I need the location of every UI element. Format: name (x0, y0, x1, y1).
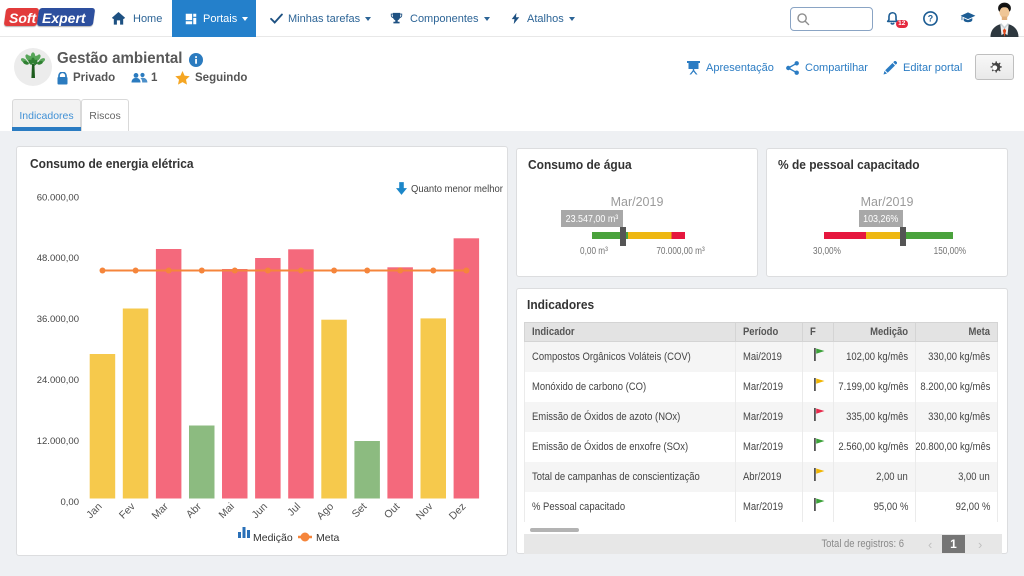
svg-text:Jul: Jul (285, 501, 303, 519)
svg-text:Meta: Meta (316, 532, 340, 544)
svg-text:24.000,00: 24.000,00 (37, 375, 79, 386)
svg-text:?: ? (928, 14, 933, 24)
svg-text:Jun: Jun (250, 501, 271, 522)
svg-text:Ago: Ago (315, 501, 337, 523)
svg-text:48.000,00: 48.000,00 (37, 253, 79, 264)
svg-text:12.000,00: 12.000,00 (37, 436, 79, 447)
svg-text:Medição: Medição (253, 532, 293, 544)
svg-text:Dez: Dez (447, 501, 469, 523)
svg-text:0,00: 0,00 (61, 497, 80, 508)
svg-text:36.000,00: 36.000,00 (37, 314, 79, 325)
svg-text:60.000,00: 60.000,00 (37, 192, 79, 203)
svg-text:Abr: Abr (184, 500, 204, 520)
svg-text:Nov: Nov (414, 500, 436, 522)
svg-text:Fev: Fev (117, 500, 138, 521)
svg-text:Mar: Mar (150, 500, 172, 522)
svg-text:Jan: Jan (84, 501, 105, 522)
svg-text:Set: Set (350, 501, 370, 521)
svg-text:Mai: Mai (216, 501, 236, 521)
svg-text:Out: Out (382, 501, 403, 522)
